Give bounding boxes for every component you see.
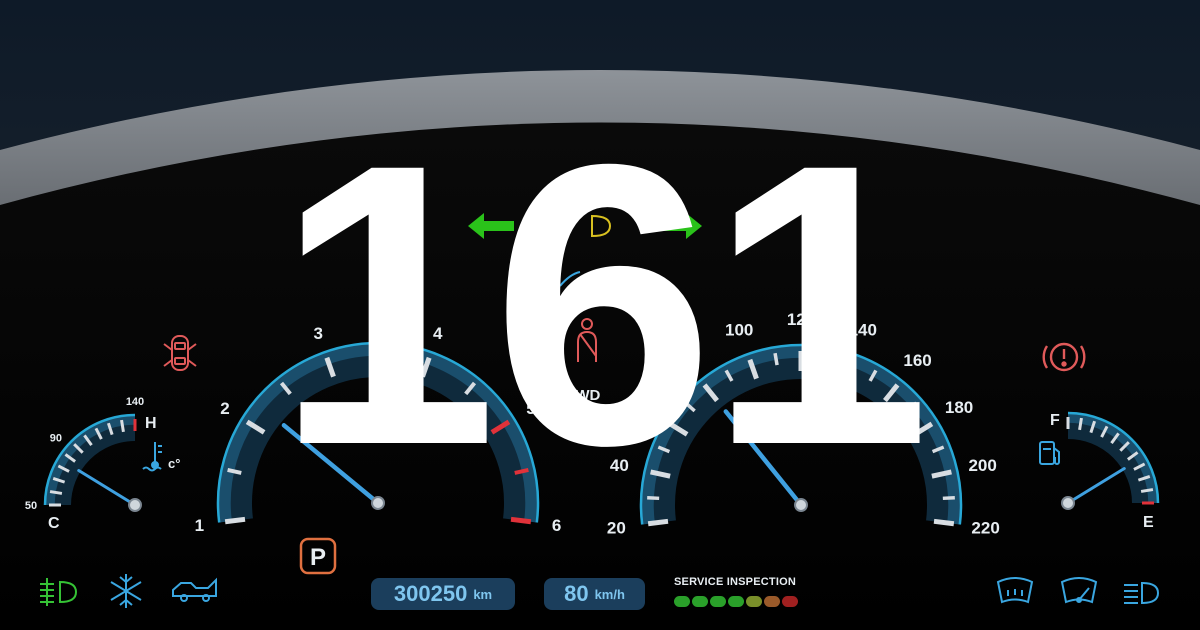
needle-hub bbox=[1061, 496, 1075, 510]
temp-label: 50 bbox=[25, 500, 37, 512]
fuel-full-label: F bbox=[1050, 412, 1060, 429]
service-segment bbox=[674, 596, 690, 607]
current-speed-value: 80 bbox=[564, 581, 589, 606]
speed-label: 160 bbox=[903, 351, 931, 370]
temp-hot-label: H bbox=[145, 415, 157, 432]
needle-hub bbox=[371, 496, 385, 510]
tach-label: 2 bbox=[220, 399, 229, 418]
temp-unit-label: c° bbox=[168, 456, 180, 471]
tach-label: 1 bbox=[195, 516, 204, 535]
speed-tick bbox=[823, 352, 829, 366]
gear-label: P bbox=[310, 544, 326, 571]
temp-cold-label: C bbox=[48, 515, 60, 532]
speed-tick bbox=[933, 518, 955, 527]
speed-label: 220 bbox=[971, 519, 999, 538]
fuel-empty-label: E bbox=[1143, 514, 1154, 531]
odometer-display: 300250 km bbox=[371, 578, 515, 610]
tach-label: 6 bbox=[552, 516, 561, 535]
current-speed-unit: km/h bbox=[594, 586, 625, 602]
speed-label: 140 bbox=[849, 321, 877, 340]
service-segment bbox=[692, 596, 708, 607]
service-segment bbox=[764, 596, 780, 607]
speed-label: 100 bbox=[725, 321, 753, 340]
current-speed-display: 80 km/h bbox=[544, 578, 645, 610]
temp-tick bbox=[49, 490, 63, 495]
drive-mode-indicator: 4WD bbox=[567, 387, 601, 404]
speed-label: 40 bbox=[610, 456, 629, 475]
needle-hub bbox=[128, 498, 142, 512]
speed-label: 20 bbox=[607, 519, 626, 538]
speed-tick bbox=[647, 518, 669, 527]
tach-label: 5 bbox=[526, 399, 535, 418]
speedometer-unit: km/h bbox=[783, 419, 823, 438]
tach-label: 3 bbox=[313, 324, 322, 343]
speed-label: 180 bbox=[945, 398, 973, 417]
temp-label: 90 bbox=[50, 432, 62, 444]
service-inspection-bar bbox=[674, 596, 798, 607]
service-segment bbox=[746, 596, 762, 607]
speed-tick bbox=[942, 495, 955, 501]
service-segment bbox=[728, 596, 744, 607]
service-inspection-label: SERVICE INSPECTION bbox=[674, 576, 796, 588]
needle-hub bbox=[794, 498, 808, 512]
speed-label: 80 bbox=[675, 351, 694, 370]
temp-label: 140 bbox=[126, 396, 144, 408]
service-segment bbox=[782, 596, 798, 607]
speed-tick bbox=[773, 352, 779, 366]
temp-tick bbox=[120, 419, 125, 433]
odometer-value: 300250 bbox=[393, 581, 468, 606]
service-segment bbox=[710, 596, 726, 607]
tachometer-multiplier: x 10 bbox=[368, 416, 401, 435]
dashboard-panel: 1 2 3 4 5 6 20 40 60 80 100 120 140 160 180 200 220 50 9… bbox=[0, 0, 1200, 630]
fuel-tick bbox=[1140, 488, 1154, 493]
odometer-unit: km bbox=[473, 586, 493, 602]
dashboard-face bbox=[0, 122, 1200, 630]
speed-tick bbox=[647, 495, 660, 501]
speed-label: 120 bbox=[787, 310, 815, 329]
tach-tick bbox=[510, 516, 532, 525]
fuel-tick bbox=[1078, 417, 1083, 431]
tach-tick bbox=[224, 516, 246, 525]
speed-label: 60 bbox=[633, 398, 652, 417]
tach-label: 4 bbox=[433, 324, 443, 343]
speed-label: 200 bbox=[968, 456, 996, 475]
